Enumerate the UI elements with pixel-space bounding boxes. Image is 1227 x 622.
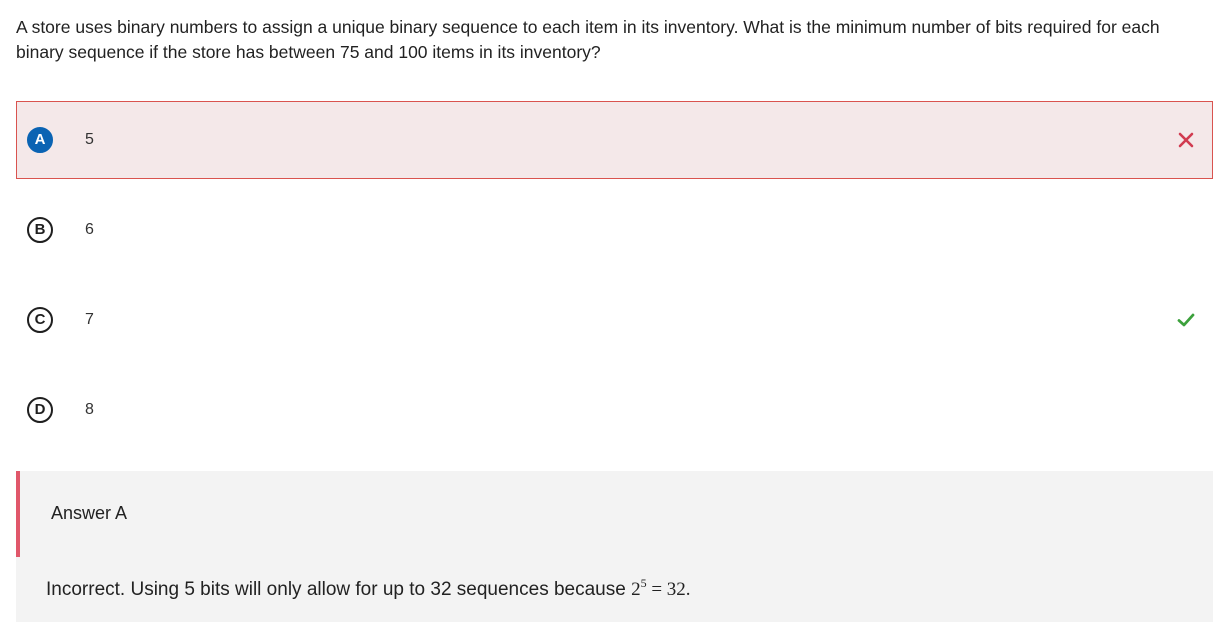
option-letter-c: C [27,307,53,333]
answer-explanation: Incorrect. Using 5 bits will only allow … [46,576,691,601]
option-d[interactable]: D 8 [16,371,1213,449]
option-letter-b: B [27,217,53,243]
checkmark-icon [1177,313,1195,327]
option-letter-a: A [27,127,53,153]
explanation-text: Incorrect. Using 5 bits will only allow … [46,579,632,600]
option-text-a: 5 [85,131,94,148]
math-expression: 25 = 32. [631,576,691,600]
option-a[interactable]: A 5 [16,101,1213,179]
x-icon [1178,132,1194,148]
question-text: A store uses binary numbers to assign a … [16,17,1160,62]
option-letter-d: D [27,397,53,423]
math-rest: = 32. [646,579,691,600]
answer-label: Answer A [51,503,128,523]
question-page: A store uses binary numbers to assign a … [0,0,1227,622]
option-c[interactable]: C 7 [16,281,1213,359]
option-text-b: 6 [85,221,94,238]
option-text-c: 7 [85,311,94,328]
answer-feedback-panel: Answer A Incorrect. Using 5 bits will on… [16,471,1213,622]
answer-options: A 5 B 6 C 7 D 8 [16,101,1213,461]
option-b[interactable]: B 6 [16,191,1213,269]
option-text-d: 8 [85,401,94,418]
feedback-accent-bar [16,471,20,557]
math-base: 2 [631,579,641,600]
